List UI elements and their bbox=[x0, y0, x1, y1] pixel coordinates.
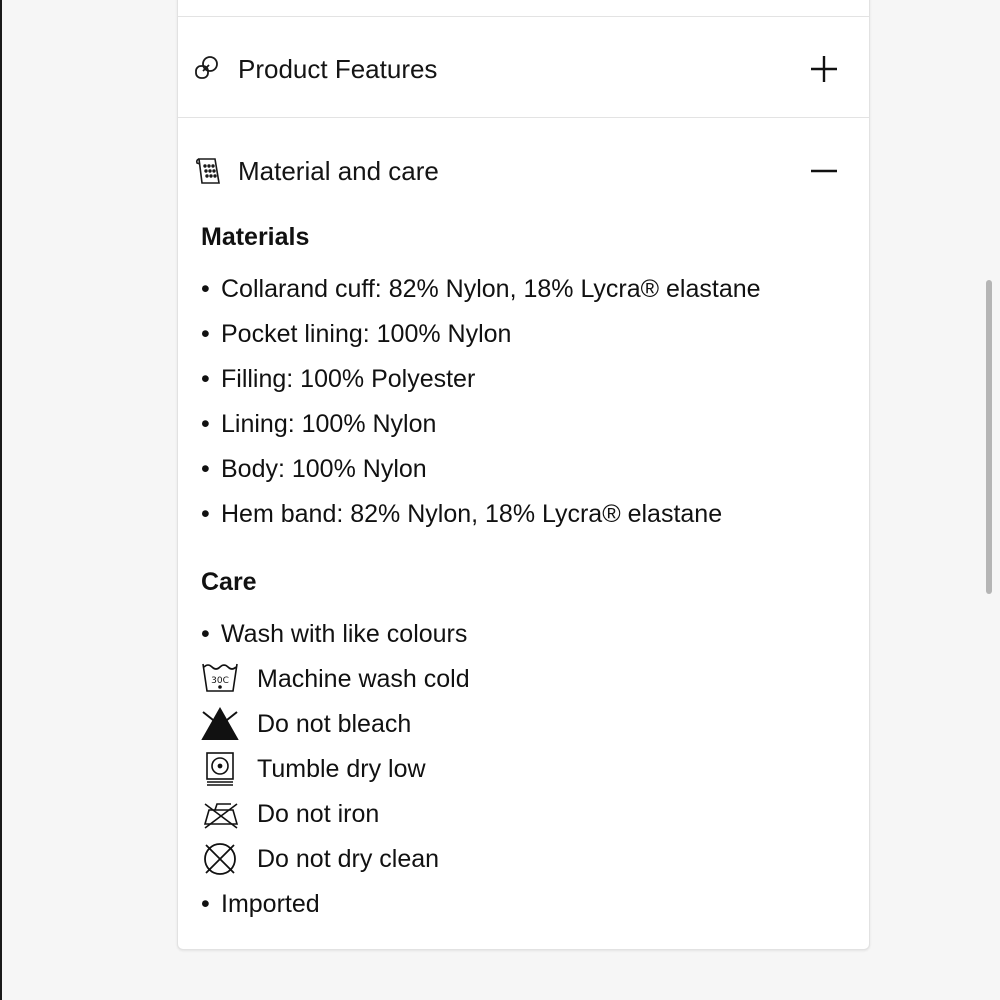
material-care-icon bbox=[193, 156, 223, 186]
minus-icon[interactable] bbox=[809, 156, 839, 186]
wash-30c-icon: 30C bbox=[201, 661, 241, 697]
svg-text:30C: 30C bbox=[211, 676, 229, 686]
do-not-dry-clean-icon bbox=[201, 841, 241, 877]
do-not-iron-icon bbox=[201, 796, 241, 832]
list-item: • Filling: 100% Polyester bbox=[201, 365, 476, 393]
list-item: • Collarand cuff: 82% Nylon, 18% Lycra® e… bbox=[201, 275, 761, 303]
accordion-material-care[interactable]: Material and care bbox=[178, 118, 869, 218]
plus-icon[interactable] bbox=[809, 54, 839, 84]
list-item: Do not dry clean bbox=[201, 841, 470, 889]
list-item: Do not iron bbox=[201, 799, 470, 844]
list-item: 30C Machine wash cold bbox=[201, 661, 470, 709]
accordion-label: Material and care bbox=[238, 156, 439, 186]
list-item: Tumble dry low bbox=[201, 751, 470, 799]
list-item: Do not bleach bbox=[201, 706, 470, 754]
list-item: • Pocket lining: 100% Nylon bbox=[201, 320, 512, 348]
list-item: • Body: 100% Nylon bbox=[201, 455, 427, 483]
window-edge bbox=[0, 0, 2, 1000]
list-item: • Wash with like colours bbox=[201, 620, 468, 648]
product-features-icon bbox=[193, 54, 223, 84]
product-details-accordion: Product Features Material and care Mater… bbox=[177, 0, 870, 950]
care-list: • Wash with like colours 30C Machine wash… bbox=[201, 619, 470, 934]
materials-list: • Collarand cuff: 82% Nylon, 18% Lycra® e… bbox=[201, 274, 761, 544]
list-item: • Imported bbox=[201, 890, 320, 918]
scrollbar[interactable] bbox=[986, 280, 992, 594]
list-item: • Hem band: 82% Nylon, 18% Lycra® elastan… bbox=[201, 500, 723, 528]
care-heading: Care bbox=[201, 568, 257, 596]
tumble-dry-low-icon bbox=[201, 751, 241, 787]
accordion-product-features[interactable]: Product Features bbox=[178, 17, 869, 117]
do-not-bleach-icon bbox=[201, 706, 241, 742]
accordion-label: Product Features bbox=[238, 54, 438, 84]
materials-heading: Materials bbox=[201, 223, 310, 251]
list-item: • Lining: 100% Nylon bbox=[201, 410, 437, 438]
